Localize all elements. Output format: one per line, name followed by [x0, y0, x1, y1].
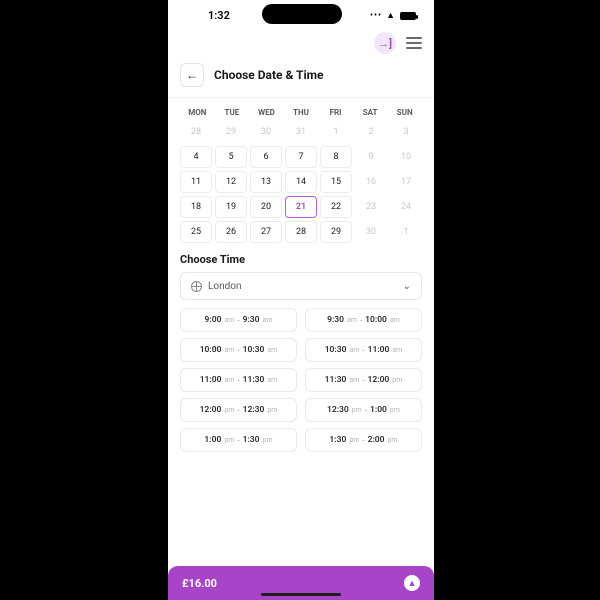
time-slot[interactable]: 11:30 am - 12:00 pm: [305, 368, 422, 392]
calendar-day[interactable]: 20: [250, 196, 282, 218]
chevron-down-icon: ⌄: [403, 281, 411, 292]
time-slot[interactable]: 12:30 pm - 1:00 pm: [305, 398, 422, 422]
calendar-day[interactable]: 13: [250, 171, 282, 193]
back-button[interactable]: ←: [180, 63, 204, 87]
calendar-day[interactable]: 22: [320, 196, 352, 218]
status-bar: 1:32 ••• ▲: [168, 0, 434, 28]
calendar-day[interactable]: 15: [320, 171, 352, 193]
calendar-day-selected[interactable]: 21: [285, 196, 317, 218]
cellular-icon: •••: [370, 11, 382, 21]
status-time: 1:32: [208, 9, 230, 22]
calendar-day[interactable]: 11: [180, 171, 212, 193]
weekday-label: THU: [284, 108, 319, 117]
calendar-day: 2: [355, 121, 387, 143]
calendar-day: 1: [320, 121, 352, 143]
calendar-day[interactable]: 12: [215, 171, 247, 193]
globe-icon: [191, 281, 202, 292]
calendar-day: 16: [355, 171, 387, 193]
calendar-day[interactable]: 7: [285, 146, 317, 168]
calendar-day: 9: [355, 146, 387, 168]
calendar-grid: 2829303112345678910111213141516171819202…: [180, 121, 422, 243]
weekday-label: SAT: [353, 108, 388, 117]
time-slot[interactable]: 1:30 pm - 2:00 pm: [305, 428, 422, 452]
choose-time-title: Choose Time: [168, 243, 434, 272]
time-slot[interactable]: 11:00 am - 11:30 am: [180, 368, 297, 392]
time-slot[interactable]: 9:30 am - 10:00 am: [305, 308, 422, 332]
weekday-label: FRI: [318, 108, 353, 117]
timezone-selector[interactable]: London ⌄: [180, 272, 422, 300]
calendar-day[interactable]: 18: [180, 196, 212, 218]
login-icon: →]: [378, 37, 392, 50]
calendar-weekdays: MONTUEWEDTHUFRISATSUN: [180, 100, 422, 121]
calendar-day: 30: [355, 221, 387, 243]
calendar: MONTUEWEDTHUFRISATSUN 282930311234567891…: [168, 98, 434, 243]
calendar-day: 23: [355, 196, 387, 218]
chevron-up-icon: ▲: [408, 578, 417, 589]
status-icons: ••• ▲: [370, 10, 416, 21]
calendar-day: 28: [180, 121, 212, 143]
time-slot[interactable]: 1:00 pm - 1:30 pm: [180, 428, 297, 452]
calendar-day: 1: [390, 221, 422, 243]
menu-button[interactable]: [406, 37, 422, 49]
page-title: Choose Date & Time: [214, 68, 324, 82]
arrow-left-icon: ←: [186, 68, 198, 82]
expand-button[interactable]: ▲: [404, 575, 420, 591]
time-slot[interactable]: 10:00 am - 10:30 am: [180, 338, 297, 362]
time-slots: 9:00 am - 9:30 am 9:30 am - 10:00 am 10:00…: [168, 308, 434, 452]
calendar-day: 17: [390, 171, 422, 193]
menu-icon: [406, 37, 422, 39]
wifi-icon: ▲: [386, 10, 396, 21]
calendar-day: 30: [250, 121, 282, 143]
calendar-day[interactable]: 29: [320, 221, 352, 243]
calendar-day: 31: [285, 121, 317, 143]
calendar-day[interactable]: 8: [320, 146, 352, 168]
login-button[interactable]: →]: [374, 32, 396, 54]
phone-frame: 1:32 ••• ▲ →] ← Choose Date & Time MONTU…: [168, 0, 434, 600]
weekday-label: WED: [249, 108, 284, 117]
top-bar: →]: [168, 28, 434, 58]
weekday-label: MON: [180, 108, 215, 117]
calendar-day[interactable]: 28: [285, 221, 317, 243]
calendar-day[interactable]: 6: [250, 146, 282, 168]
price-value: £16.00: [182, 577, 217, 590]
home-indicator: [261, 593, 341, 596]
timezone-label: London: [208, 281, 241, 292]
calendar-day: 24: [390, 196, 422, 218]
time-slot[interactable]: 10:30 am - 11:00 am: [305, 338, 422, 362]
weekday-label: TUE: [215, 108, 250, 117]
time-slot[interactable]: 12:00 pm - 12:30 pm: [180, 398, 297, 422]
calendar-day[interactable]: 19: [215, 196, 247, 218]
calendar-day: 29: [215, 121, 247, 143]
calendar-day: 10: [390, 146, 422, 168]
calendar-day[interactable]: 25: [180, 221, 212, 243]
calendar-day[interactable]: 4: [180, 146, 212, 168]
weekday-label: SUN: [387, 108, 422, 117]
calendar-day: 3: [390, 121, 422, 143]
notch: [262, 4, 342, 24]
calendar-day[interactable]: 27: [250, 221, 282, 243]
price-bar[interactable]: £16.00 ▲: [168, 566, 434, 600]
time-slot[interactable]: 9:00 am - 9:30 am: [180, 308, 297, 332]
page-header: ← Choose Date & Time: [168, 58, 434, 98]
calendar-day[interactable]: 14: [285, 171, 317, 193]
calendar-day[interactable]: 26: [215, 221, 247, 243]
battery-icon: [400, 12, 416, 20]
calendar-day[interactable]: 5: [215, 146, 247, 168]
